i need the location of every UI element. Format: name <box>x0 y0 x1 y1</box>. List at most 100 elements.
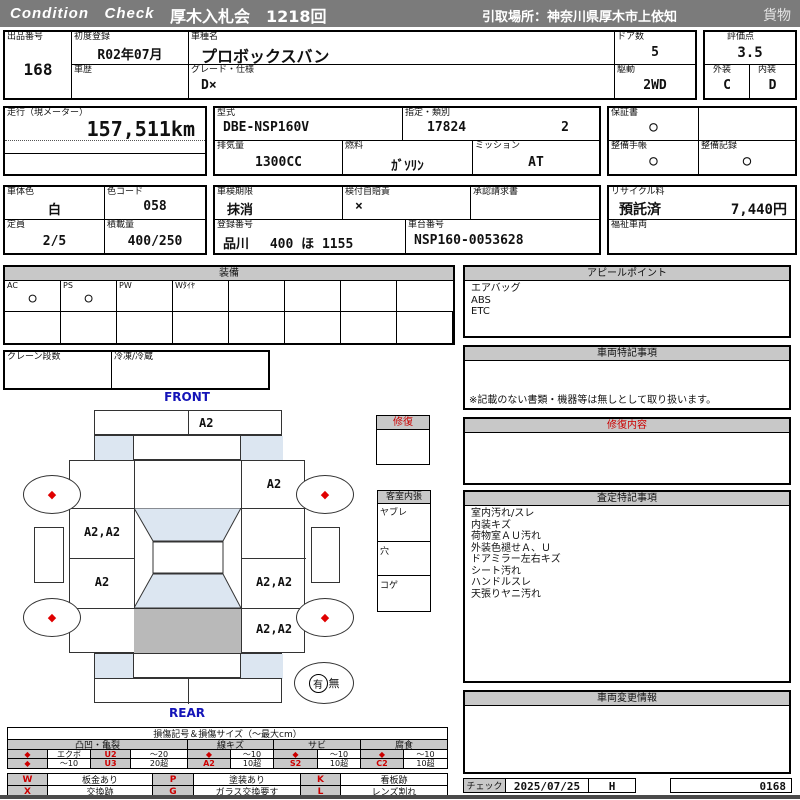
exterior-grade: C <box>723 78 731 93</box>
approval-label: 承認請求書 <box>473 187 519 197</box>
cabin-row-tear: ヤブレ <box>378 504 430 542</box>
score: 3.5 <box>737 45 763 61</box>
left-row-divider <box>70 558 134 559</box>
lot-number-cell: 出品番号 168 <box>5 32 72 98</box>
maintenance-record-cell: 整備記録 ○ <box>699 141 795 174</box>
assessment-item: 室内汚れ/スレ <box>471 508 535 519</box>
hood-band-panel <box>94 435 283 461</box>
wheel-damage-diamond: ◆ <box>47 488 57 501</box>
maintenance-record-mark: ○ <box>742 153 752 169</box>
basic-info-table: 出品番号 168 初度登録 R02年07月 車種名 プロボックスバン 車歴 グレ… <box>3 30 697 100</box>
interior-grade: D <box>768 78 777 93</box>
equipment-mark: ○ <box>84 291 93 306</box>
vehicle-notes-disclaimer: ※記載のない書類・機器等は無しとして取り扱います。 <box>469 395 717 406</box>
first-registration: R02年07月 <box>97 48 163 63</box>
legend-size: 20超 <box>130 758 188 769</box>
front-bumper-panel: A2 <box>94 410 282 436</box>
exterior-grade-label: 外装 <box>713 65 732 75</box>
left-row-divider <box>70 608 134 609</box>
wheel-damage-diamond: ◆ <box>47 611 57 624</box>
vehicle-notes-header: 車両特記事項 <box>465 347 789 361</box>
title-bar: Condition Check 厚木入札会 1218回 引取場所：神奈川県厚木市… <box>0 0 800 27</box>
legend-code: A2 <box>187 758 231 769</box>
model-code: DBE-NSP160V <box>223 120 310 135</box>
exterior-grade-cell: 外装 C <box>705 65 750 98</box>
front-right-pillar-glass <box>240 436 283 461</box>
recycle-welfare-table: リサイクル料 預託済 7,440円 福祉車両 <box>607 185 797 255</box>
assessment-item: ハンドルスレ <box>471 577 531 588</box>
left-side-panel <box>34 527 64 583</box>
class-label: 指定・類別 <box>405 108 451 118</box>
insurance-cell: 検付自賠責 × <box>343 187 471 220</box>
equipment-label: PS <box>63 281 73 290</box>
right-row-divider <box>241 508 306 509</box>
sheet-number: 0168 <box>759 780 787 793</box>
condition-check-sheet: Condition Check 厚木入札会 1218回 引取場所：神奈川県厚木市… <box>0 0 800 800</box>
model-name-label: 車種名 <box>191 32 219 42</box>
check-date-cell: 2025/07/25 <box>505 778 589 793</box>
displacement: 1300CC <box>255 155 302 170</box>
vehicle-notes-box: 車両特記事項 ※記載のない書類・機器等は無しとして取り扱います。 <box>463 345 791 410</box>
color-code-label: 色コード <box>107 187 144 197</box>
chassis-number-cell: 車台番号 NSP160-0053628 <box>406 220 599 253</box>
mission-label: ミッション <box>475 141 521 151</box>
legend-size: 10超 <box>317 758 361 769</box>
mileage-divider-solid <box>5 153 205 154</box>
drive-label: 駆動 <box>617 65 636 75</box>
capacity: 2/5 <box>42 234 67 249</box>
doors-label: ドア数 <box>617 32 645 42</box>
assessment-item: 荷物室ＡＵ汚れ <box>471 531 541 542</box>
drive-cell: 駆動 2WD <box>615 65 695 98</box>
freezer-cell: 冷凍/冷蔵 <box>112 352 268 388</box>
mileage-box: 走行（現メーター） 157,511km <box>3 106 207 176</box>
check-inspector-cell: H <box>588 778 636 793</box>
freezer-label: 冷凍/冷蔵 <box>114 352 154 362</box>
equipment-header: 装備 <box>5 267 453 281</box>
fuel: ｶﾞｿﾘﾝ <box>391 159 424 174</box>
front-bumper-divider <box>188 411 189 436</box>
wheel-front-left: ◆ <box>23 475 81 514</box>
engine-table: 型式 DBE-NSP160V 指定・類別 17824 2 排気量 1300CC … <box>213 106 601 176</box>
body-color: 白 <box>47 203 61 218</box>
logo-word-2: Check <box>104 5 155 22</box>
right-side-panel <box>311 527 340 583</box>
color-code: 058 <box>143 199 167 214</box>
inspection-cell: 車検期限 抹消 <box>215 187 343 220</box>
legend-size: ～10 <box>47 758 91 769</box>
equipment-table: 装備 AC ○ PS ○ PW Wﾀｲﾔ <box>3 265 455 345</box>
left-row-divider <box>70 508 134 509</box>
assessment-item: 外装色褪せＡ、Ｕ <box>471 542 551 554</box>
assessment-item: ドアミラー左右キズ <box>471 554 561 565</box>
equipment-cell-wtire: Wﾀｲﾔ <box>173 281 229 312</box>
appeal-points-box: アピールポイント エアバッグ ABS ETC <box>463 265 791 338</box>
model-code-cell: 型式 DBE-NSP160V <box>215 108 403 141</box>
first-registration-label: 初度登録 <box>74 32 111 42</box>
roof-shape <box>152 541 224 574</box>
maintenance-record-label: 整備記録 <box>701 141 738 151</box>
logo-word-1: Condition <box>10 5 89 22</box>
cabin-lining-box: 客室内張 ヤブレ 穴 コゲ <box>377 490 431 612</box>
brand-logo: Condition Check <box>10 5 155 22</box>
wheel-rear-left: ◆ <box>23 598 81 637</box>
fuel-cell: 燃料 ｶﾞｿﾘﾝ <box>343 141 473 174</box>
crane-cell: クレーン段数 <box>5 352 112 388</box>
equipment-mark: ○ <box>28 291 37 306</box>
rear-bumper-panel <box>94 678 282 704</box>
appeal-item: ABS <box>471 294 491 306</box>
displacement-label: 排気量 <box>217 141 245 151</box>
registration-number-label: 登録番号 <box>217 220 254 230</box>
mileage-divider-dotted <box>5 140 205 141</box>
equipment-label: AC <box>7 281 18 290</box>
legend-code: C2 <box>360 758 404 769</box>
insurance-mark: × <box>355 199 363 214</box>
load: 400/250 <box>127 234 183 249</box>
doors: 5 <box>651 45 659 60</box>
capacity-label: 定員 <box>7 220 26 230</box>
assessment-item: 内装キズ <box>471 519 511 531</box>
front-left-pillar-glass <box>95 436 134 461</box>
warranty-mark: ○ <box>649 119 658 135</box>
lot-number-label: 出品番号 <box>7 32 44 42</box>
repair-detail-box: 修復内容 <box>463 417 791 485</box>
model-name-cell: 車種名 プロボックスバン <box>189 32 615 66</box>
legend-code: U3 <box>90 758 131 769</box>
